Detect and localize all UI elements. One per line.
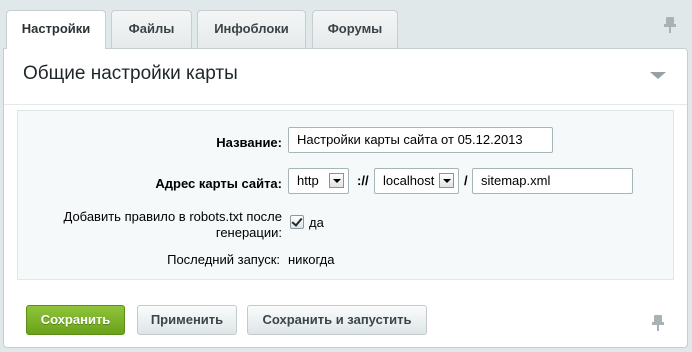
pin-icon[interactable] <box>652 315 664 331</box>
last-run-label: Последний запуск: <box>167 252 280 267</box>
tab-infoblocks-label: Инфоблоки <box>214 21 289 36</box>
tab-files-label: Файлы <box>128 21 175 36</box>
robots-label-line1: Добавить правило в robots.txt после <box>63 209 283 224</box>
robots-label: Добавить правило в robots.txt после гене… <box>18 209 283 241</box>
tab-forums[interactable]: Форумы <box>312 10 398 48</box>
protocol-separator: :// <box>357 173 369 188</box>
form-area: Название: Настройки карты сайта от 05.12… <box>17 110 674 280</box>
save-button[interactable]: Сохранить <box>26 305 125 335</box>
protocol-select[interactable]: http <box>288 168 349 194</box>
robots-label-line2: генерации: <box>215 225 282 240</box>
dropdown-arrow-icon[interactable] <box>439 173 454 188</box>
name-label: Название: <box>216 135 282 150</box>
tab-forums-label: Форумы <box>327 21 383 36</box>
domain-value: localhost <box>383 173 435 188</box>
last-run-value: никогда <box>288 252 335 267</box>
protocol-value: http <box>297 173 319 188</box>
tab-files[interactable]: Файлы <box>111 10 192 48</box>
divider <box>4 104 687 105</box>
tab-bar: Настройки Файлы Инфоблоки Форумы <box>0 0 692 49</box>
apply-button[interactable]: Применить <box>137 305 237 335</box>
address-label: Адрес карты сайта: <box>155 176 282 191</box>
sitemap-file-input[interactable]: sitemap.xml <box>472 168 633 194</box>
settings-panel: Общие настройки карты Название: Настройк… <box>3 48 688 348</box>
collapse-triangle-icon[interactable] <box>650 72 666 79</box>
tab-settings[interactable]: Настройки <box>6 10 106 49</box>
robots-checkbox[interactable] <box>290 215 304 229</box>
checkmark-icon <box>291 215 303 227</box>
pin-icon[interactable] <box>664 17 676 33</box>
dropdown-arrow-icon[interactable] <box>329 173 344 188</box>
domain-select[interactable]: localhost <box>374 168 459 194</box>
save-and-run-button[interactable]: Сохранить и запустить <box>247 305 427 335</box>
robots-checkbox-label[interactable]: да <box>309 215 324 230</box>
tab-settings-label: Настройки <box>21 21 91 36</box>
name-input[interactable]: Настройки карты сайта от 05.12.2013 <box>288 127 553 153</box>
section-title: Общие настройки карты <box>23 63 238 84</box>
path-separator: / <box>464 173 468 188</box>
tab-infoblocks[interactable]: Инфоблоки <box>197 10 306 48</box>
